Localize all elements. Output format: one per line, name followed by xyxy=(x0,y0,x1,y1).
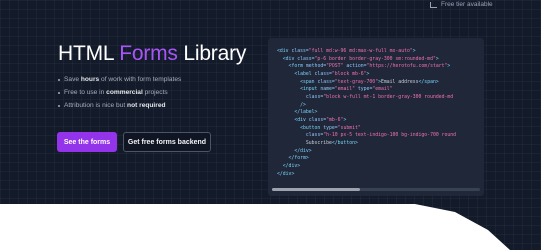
feature-text-post: projects xyxy=(142,89,168,97)
code-block: <div class="full md:w-96 md:max-w-full m… xyxy=(277,48,456,178)
free-tier-label: Free tier available xyxy=(441,1,493,8)
code-token: <form xyxy=(277,64,306,70)
code-line: <button type="submit" xyxy=(277,125,456,133)
feature-text-post: of work with form templates xyxy=(99,76,182,83)
code-token: Email address xyxy=(380,79,419,85)
code-line: </div> xyxy=(277,171,456,179)
code-line: <div class="mb-6"> xyxy=(277,117,456,125)
feature-text: Free to use in commercial projects xyxy=(64,89,168,96)
free-tier-note: Free tier available xyxy=(430,1,493,8)
feature-text-pre: Free to use in xyxy=(64,89,107,97)
code-token: /> xyxy=(277,102,306,108)
code-token: </div> xyxy=(277,163,301,169)
page-title: HTML Forms Library xyxy=(58,42,246,66)
code-line: <span class="text-gray-700">Email addres… xyxy=(277,79,456,87)
code-token: "mb-6" xyxy=(326,117,344,123)
title-part-1: HTML xyxy=(58,42,120,65)
code-token: "h-10 px-5 text-indigo-100 bg-indigo-700… xyxy=(323,133,457,139)
code-token: action= xyxy=(346,64,367,70)
code-token: class= xyxy=(305,94,324,100)
code-token: class= xyxy=(314,71,332,77)
code-line: class="h-10 px-5 text-indigo-100 bg-indi… xyxy=(277,132,456,140)
code-token: "https://herotofu.com/start" xyxy=(366,64,448,70)
code-token: > xyxy=(412,49,416,54)
code-token: > xyxy=(366,71,370,77)
code-line: <div class="p-6 border border-gray-300 s… xyxy=(277,56,456,64)
code-token: class= xyxy=(305,133,324,139)
code-token: "block mb-6" xyxy=(331,71,367,77)
title-accent: Forms xyxy=(119,42,178,65)
code-token: class= xyxy=(308,117,327,123)
feature-item: Attribution is nice but not required xyxy=(58,102,181,109)
code-line: <label class="block mb-6"> xyxy=(277,71,456,79)
code-token: type= xyxy=(323,125,338,131)
code-token: class= xyxy=(297,56,315,62)
code-token: name= xyxy=(320,87,335,93)
code-line: <form method="POST" action="https://hero… xyxy=(277,63,456,71)
code-line: </form> xyxy=(277,155,456,163)
see-forms-button[interactable]: See the forms xyxy=(57,132,117,152)
code-token: <button xyxy=(277,125,324,131)
code-token: type= xyxy=(357,87,373,93)
curved-arrow-icon xyxy=(430,1,437,8)
feature-text: Attribution is nice but not required xyxy=(64,102,166,109)
scrollbar-thumb[interactable] xyxy=(272,188,360,191)
feature-text-bold: not required xyxy=(127,102,166,110)
code-token: </button> xyxy=(331,140,358,146)
bullet-icon xyxy=(58,78,60,81)
code-token: </form> xyxy=(277,156,309,162)
feature-list: Save hours of work with form templates F… xyxy=(58,76,181,116)
code-line: <input name="email" type="email" xyxy=(277,86,456,94)
feature-text: Save hours of work with form templates xyxy=(64,76,181,83)
bullet-icon xyxy=(58,104,60,107)
code-token: <label xyxy=(277,71,315,77)
code-token: <input xyxy=(277,87,321,93)
code-line: </label> xyxy=(277,109,456,117)
code-token: class= xyxy=(317,79,335,85)
code-token: <div xyxy=(277,117,309,123)
code-token: "full md:w-96 md:max-w-full mx-auto" xyxy=(308,49,413,54)
code-snippet-panel[interactable]: <div class="full md:w-96 md:max-w-full m… xyxy=(268,38,484,196)
code-line: </div> xyxy=(277,163,456,171)
code-token: "block w-full mt-1 border-gray-300 round… xyxy=(323,94,454,100)
feature-text-pre: Save xyxy=(64,76,81,83)
code-token: "p-6 border border-gray-300 sm:rounded-m… xyxy=(314,56,436,62)
code-token: "submit" xyxy=(337,125,361,131)
code-token: > xyxy=(447,64,451,70)
code-token: </label> xyxy=(277,110,318,116)
bullet-icon xyxy=(58,91,60,94)
code-token: "email" xyxy=(334,87,358,93)
code-token: > xyxy=(343,117,347,123)
code-token: </span> xyxy=(418,79,439,85)
feature-text-pre: Attribution is nice but xyxy=(64,102,128,110)
code-token: Subscribe xyxy=(277,140,332,146)
code-token: "email" xyxy=(372,87,393,93)
code-token: "POST" xyxy=(326,64,347,70)
feature-text-bold: hours xyxy=(80,76,100,83)
code-line: /> xyxy=(277,102,456,110)
code-token: > xyxy=(435,56,439,62)
code-line: </div> xyxy=(277,148,456,156)
get-forms-backend-button[interactable]: Get free forms backend xyxy=(123,132,211,152)
code-token: "text-gray-700" xyxy=(334,79,379,85)
title-part-2: Library xyxy=(177,42,247,65)
feature-text-bold: commercial xyxy=(106,89,143,97)
code-line: class="block w-full mt-1 border-gray-300… xyxy=(277,94,456,102)
code-token: <span xyxy=(277,79,318,85)
code-token: </div> xyxy=(277,148,312,154)
code-token: <div xyxy=(277,56,298,62)
code-token: method= xyxy=(305,64,327,70)
feature-item: Save hours of work with form templates xyxy=(58,76,181,83)
feature-item: Free to use in commercial projects xyxy=(58,89,181,96)
horizontal-scrollbar[interactable] xyxy=(272,188,480,191)
code-token: <div xyxy=(277,49,292,54)
code-token: </div> xyxy=(277,171,295,177)
code-line: <div class="full md:w-96 md:max-w-full m… xyxy=(277,48,456,56)
code-token: class= xyxy=(291,49,309,54)
code-line: Subscribe</button> xyxy=(277,140,456,148)
